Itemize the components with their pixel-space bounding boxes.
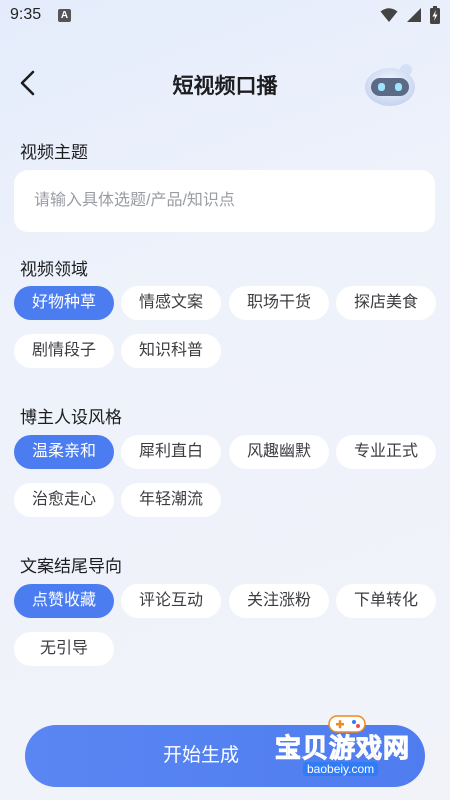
header: 短视频口播 xyxy=(0,60,450,106)
wifi-icon xyxy=(380,8,398,22)
ending-guide-label: 文案结尾导向 xyxy=(20,557,122,576)
persona-style-option[interactable]: 年轻潮流 xyxy=(121,483,221,517)
domain-option[interactable]: 情感文案 xyxy=(121,286,221,320)
ending-guide-option[interactable]: 无引导 xyxy=(14,632,114,666)
persona-style-option[interactable]: 温柔亲和 xyxy=(14,435,114,469)
start-generate-label: 开始生成 xyxy=(162,745,239,766)
watermark: 宝贝游戏网 baobeiy.com xyxy=(274,712,450,782)
domain-option[interactable]: 剧情段子 xyxy=(14,334,114,368)
ending-guide-option[interactable]: 点赞收藏 xyxy=(14,584,114,618)
signal-icon xyxy=(407,8,421,22)
persona-style-option[interactable]: 风趣幽默 xyxy=(229,435,329,469)
status-bar: 9:35 A xyxy=(0,0,450,32)
watermark-url: baobeiy.com xyxy=(303,762,379,776)
domain-option[interactable]: 职场干货 xyxy=(229,286,329,320)
persona-style-label: 博主人设风格 xyxy=(20,408,122,427)
persona-style-option[interactable]: 治愈走心 xyxy=(14,483,114,517)
persona-style-option[interactable]: 犀利直白 xyxy=(121,435,221,469)
ending-guide-option[interactable]: 评论互动 xyxy=(121,584,221,618)
domain-option[interactable]: 探店美食 xyxy=(336,286,436,320)
persona-style-option[interactable]: 专业正式 xyxy=(336,435,436,469)
domain-option[interactable]: 知识科普 xyxy=(121,334,221,368)
status-icons xyxy=(380,6,440,24)
topic-label: 视频主题 xyxy=(20,143,88,162)
domain-option[interactable]: 好物种草 xyxy=(14,286,114,320)
status-time: 9:35 xyxy=(10,6,42,23)
notification-icon: A xyxy=(58,9,71,22)
ending-guide-option[interactable]: 下单转化 xyxy=(336,584,436,618)
domain-label: 视频领域 xyxy=(20,260,88,279)
ending-guide-option[interactable]: 关注涨粉 xyxy=(229,584,329,618)
battery-icon xyxy=(430,6,440,24)
watermark-brand: 宝贝游戏网 xyxy=(274,733,411,764)
robot-mascot-icon xyxy=(365,64,415,106)
topic-input[interactable] xyxy=(14,170,435,232)
